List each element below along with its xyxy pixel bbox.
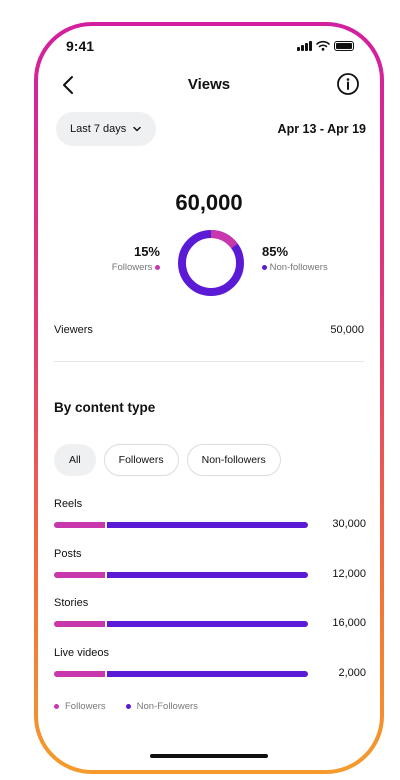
bar-followers-segment [54, 670, 105, 677]
status-bar: 9:41 [66, 38, 354, 58]
bar-followers-segment [54, 621, 105, 627]
section-title: By content type [54, 400, 156, 415]
non-followers-summary: 85% Non-followers [262, 244, 362, 273]
status-time: 9:41 [66, 38, 95, 54]
filter-non-followers[interactable]: Non-followers [186, 444, 281, 476]
page-title: Views [187, 76, 231, 93]
viewers-value: 50,000 [330, 324, 364, 336]
signal-icon [297, 40, 312, 51]
viewers-label: Viewers [54, 324, 93, 336]
date-range-dropdown[interactable]: Last 7 days [56, 112, 157, 146]
date-row: Last 7 days Apr 13 - Apr 19 [56, 112, 366, 148]
content-row-posts[interactable]: Posts 12,000 [54, 548, 366, 598]
total-views: 60,000 [175, 190, 243, 215]
non-followers-percent: 85% [262, 244, 289, 259]
home-indicator[interactable] [150, 754, 268, 758]
date-range-text: Apr 13 - Apr 19 [277, 122, 366, 136]
bar-followers-segment [54, 571, 105, 578]
row-value: 12,000 [332, 567, 366, 580]
row-label: Stories [54, 597, 89, 609]
non-followers-dot-icon [262, 264, 267, 270]
battery-icon [334, 40, 354, 51]
followers-dot-icon [155, 264, 160, 270]
followers-dot-icon [54, 704, 59, 709]
row-bar [54, 670, 308, 677]
legend-non-followers-label: Non-Followers [136, 701, 198, 712]
bar-followers-segment [54, 522, 105, 528]
row-value: 2,000 [338, 666, 366, 679]
non-followers-dot-icon [125, 704, 131, 709]
followers-percent: 15% [133, 244, 160, 259]
content-filters: All Followers Non-followers [54, 444, 281, 476]
row-label: Posts [54, 547, 82, 560]
app-screen: 9:41 Views Last 7 days Apr 13 - Apr 19 6… [38, 26, 380, 770]
content-type-list: Reels 30,000 Posts 12,000 Stories 16,000… [54, 498, 366, 696]
row-bar [54, 621, 308, 627]
legend-non-followers: Non-Followers [125, 701, 198, 712]
wifi-icon [316, 40, 330, 51]
row-value: 16,000 [332, 617, 366, 629]
chart-legend: Followers Non-Followers [54, 701, 198, 712]
non-followers-label: Non-followers [269, 262, 328, 273]
nav-header: Views [38, 70, 380, 100]
content-row-stories[interactable]: Stories 16,000 [54, 597, 366, 647]
row-label: Live videos [54, 646, 110, 659]
followers-summary: 15% Followers [98, 244, 160, 273]
row-bar [54, 522, 308, 528]
bar-non-followers-segment [106, 670, 308, 677]
status-icons [297, 40, 354, 51]
date-range-dropdown-label: Last 7 days [70, 123, 127, 135]
bar-non-followers-segment [106, 621, 308, 627]
legend-followers: Followers [54, 701, 106, 712]
info-icon[interactable] [336, 72, 360, 96]
content-row-live-videos[interactable]: Live videos 2,000 [54, 647, 366, 697]
legend-followers-label: Followers [65, 701, 106, 712]
divider [54, 361, 364, 362]
row-bar [54, 571, 308, 578]
row-value: 30,000 [332, 518, 366, 530]
bar-non-followers-segment [106, 571, 308, 578]
filter-followers[interactable]: Followers [103, 444, 179, 476]
followers-donut-chart [178, 230, 244, 296]
bar-non-followers-segment [106, 522, 308, 528]
row-label: Reels [54, 498, 83, 510]
followers-label: Followers [111, 262, 153, 273]
phone-frame: 9:41 Views Last 7 days Apr 13 - Apr 19 6… [34, 22, 384, 774]
filter-all[interactable]: All [54, 444, 96, 476]
chevron-down-icon [133, 126, 141, 132]
viewers-row: Viewers 50,000 [54, 324, 364, 336]
content-row-reels[interactable]: Reels 30,000 [54, 498, 366, 548]
